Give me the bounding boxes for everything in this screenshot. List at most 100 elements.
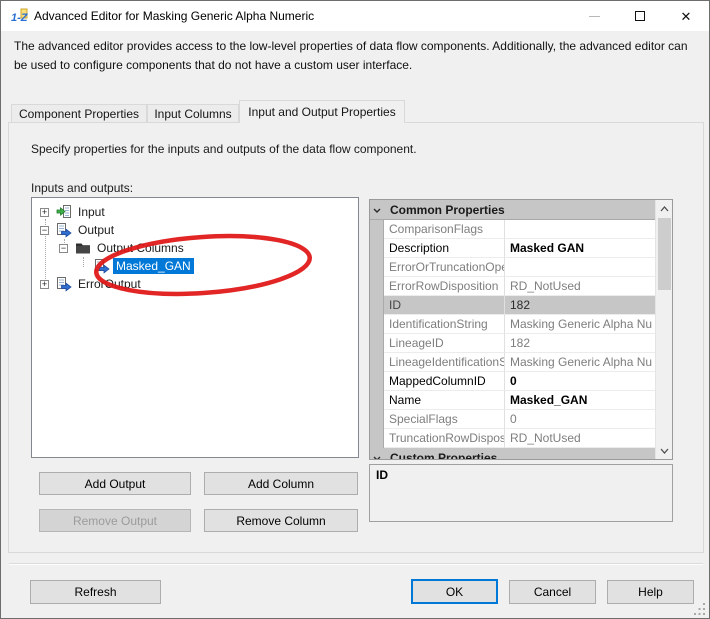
tree-caption: Inputs and outputs: (31, 181, 133, 195)
maximize-icon (635, 11, 645, 21)
row-gutter (370, 391, 384, 410)
row-gutter (370, 353, 384, 372)
property-value[interactable] (505, 258, 655, 277)
tree-item-label[interactable]: Output Columns (94, 240, 187, 256)
inputs-outputs-tree[interactable]: +Input−Output−Output ColumnsMasked_GAN+E… (31, 197, 359, 458)
collapse-chevron-icon[interactable] (370, 451, 384, 461)
property-name: ErrorOrTruncationOper (384, 258, 505, 277)
tab-input-columns[interactable]: Input Columns (147, 104, 239, 122)
masking-component-icon: 1-Z (11, 8, 28, 25)
property-grid[interactable]: Common Properties ComparisonFlagsDescrip… (369, 199, 673, 460)
property-row-identificationstring[interactable]: IdentificationStringMasking Generic Alph… (370, 315, 655, 334)
property-row-id[interactable]: ID182 (370, 296, 655, 315)
property-row-errorrowdisposition[interactable]: ErrorRowDispositionRD_NotUsed (370, 277, 655, 296)
property-value[interactable]: Masked GAN (505, 239, 655, 258)
property-value[interactable] (505, 220, 655, 239)
tab-input-output-properties[interactable]: Input and Output Properties (239, 100, 405, 123)
expand-plus-icon[interactable]: + (40, 208, 49, 217)
property-value[interactable]: Masked_GAN (505, 391, 655, 410)
input-icon (56, 204, 72, 220)
property-row-truncationrowdisposi[interactable]: TruncationRowDisposiRD_NotUsed (370, 429, 655, 448)
property-name: ID (384, 296, 505, 315)
row-gutter (370, 277, 384, 296)
property-name: TruncationRowDisposi (384, 429, 505, 448)
remove-output-button: Remove Output (39, 509, 191, 532)
scroll-up-icon[interactable] (656, 200, 673, 217)
tab-component-properties[interactable]: Component Properties (11, 104, 147, 122)
property-value[interactable]: RD_NotUsed (505, 277, 655, 296)
output-icon (94, 258, 110, 274)
row-gutter (370, 429, 384, 448)
property-row-specialflags[interactable]: SpecialFlags0 (370, 410, 655, 429)
property-name: LineageIdentificationS (384, 353, 505, 372)
svg-text:1-Z: 1-Z (11, 12, 28, 24)
property-value[interactable]: Masking Generic Alpha Nu (505, 315, 655, 334)
refresh-button[interactable]: Refresh (30, 580, 161, 604)
property-name: ComparisonFlags (384, 220, 505, 239)
tree-item-label[interactable]: Masked_GAN (113, 258, 194, 274)
property-row-lineageid[interactable]: LineageID182 (370, 334, 655, 353)
collapse-minus-icon[interactable]: − (59, 244, 68, 253)
tree-item-input[interactable]: + Input (32, 203, 358, 221)
folder-icon (75, 240, 91, 256)
tree-item-erroroutput[interactable]: + ErrorOutput (32, 275, 358, 293)
tree-item-label[interactable]: ErrorOutput (75, 276, 144, 292)
property-value[interactable]: 0 (505, 410, 655, 429)
window-title: Advanced Editor for Masking Generic Alph… (34, 9, 314, 23)
property-row-description[interactable]: DescriptionMasked GAN (370, 239, 655, 258)
property-name: MappedColumnID (384, 372, 505, 391)
add-output-button[interactable]: Add Output (39, 472, 191, 495)
remove-column-button[interactable]: Remove Column (204, 509, 358, 532)
advanced-editor-dialog: 1-Z Advanced Editor for Masking Generic … (0, 0, 710, 619)
tree-item-output[interactable]: − Output (32, 221, 358, 239)
output-icon (56, 222, 72, 238)
property-value[interactable]: RD_NotUsed (505, 429, 655, 448)
output-icon (56, 276, 72, 292)
ok-button[interactable]: OK (411, 579, 498, 604)
minimize-button (571, 1, 617, 31)
tree-item-masked-gan[interactable]: Masked_GAN (32, 257, 358, 275)
property-name: ErrorRowDisposition (384, 277, 505, 296)
section-title: Common Properties (384, 203, 505, 217)
property-value[interactable]: 0 (505, 372, 655, 391)
collapse-chevron-icon[interactable] (370, 203, 384, 217)
common-properties-header[interactable]: Common Properties (370, 200, 655, 220)
property-value[interactable]: 182 (505, 334, 655, 353)
property-row-errorortruncationoper[interactable]: ErrorOrTruncationOper (370, 258, 655, 277)
close-button[interactable]: ✕ (663, 1, 709, 31)
dialog-description: The advanced editor provides access to t… (14, 37, 702, 75)
tree-item-label[interactable]: Input (75, 204, 108, 220)
custom-properties-header[interactable]: Custom Properties (370, 448, 655, 460)
property-value[interactable]: 182 (505, 296, 655, 315)
property-value[interactable]: Masking Generic Alpha Nu (505, 353, 655, 372)
property-row-mappedcolumnid[interactable]: MappedColumnID0 (370, 372, 655, 391)
section-title: Custom Properties (384, 451, 497, 461)
property-row-comparisonflags[interactable]: ComparisonFlags (370, 220, 655, 239)
grid-scrollbar[interactable] (655, 200, 672, 459)
row-gutter (370, 410, 384, 429)
property-row-lineageidentifications[interactable]: LineageIdentificationSMasking Generic Al… (370, 353, 655, 372)
tree-item-label[interactable]: Output (75, 222, 117, 238)
row-gutter (370, 334, 384, 353)
row-gutter (370, 220, 384, 239)
scroll-down-icon[interactable] (656, 442, 673, 459)
property-row-name[interactable]: NameMasked_GAN (370, 391, 655, 410)
row-gutter (370, 239, 384, 258)
cancel-button[interactable]: Cancel (509, 580, 596, 604)
collapse-minus-icon[interactable]: − (40, 226, 49, 235)
expand-plus-icon[interactable]: + (40, 280, 49, 289)
property-name: Description (384, 239, 505, 258)
scrollbar-thumb[interactable] (658, 218, 671, 290)
property-name: LineageID (384, 334, 505, 353)
help-button[interactable]: Help (607, 580, 694, 604)
tree-item-output-columns[interactable]: − Output Columns (32, 239, 358, 257)
add-column-button[interactable]: Add Column (204, 472, 358, 495)
minimize-icon (589, 16, 600, 17)
row-gutter (370, 315, 384, 334)
property-rows: ComparisonFlagsDescriptionMasked GANErro… (370, 220, 672, 448)
resize-grip[interactable] (693, 602, 706, 615)
maximize-button[interactable] (617, 1, 663, 31)
property-name: IdentificationString (384, 315, 505, 334)
property-name: Name (384, 391, 505, 410)
titlebar[interactable]: 1-Z Advanced Editor for Masking Generic … (1, 1, 709, 31)
